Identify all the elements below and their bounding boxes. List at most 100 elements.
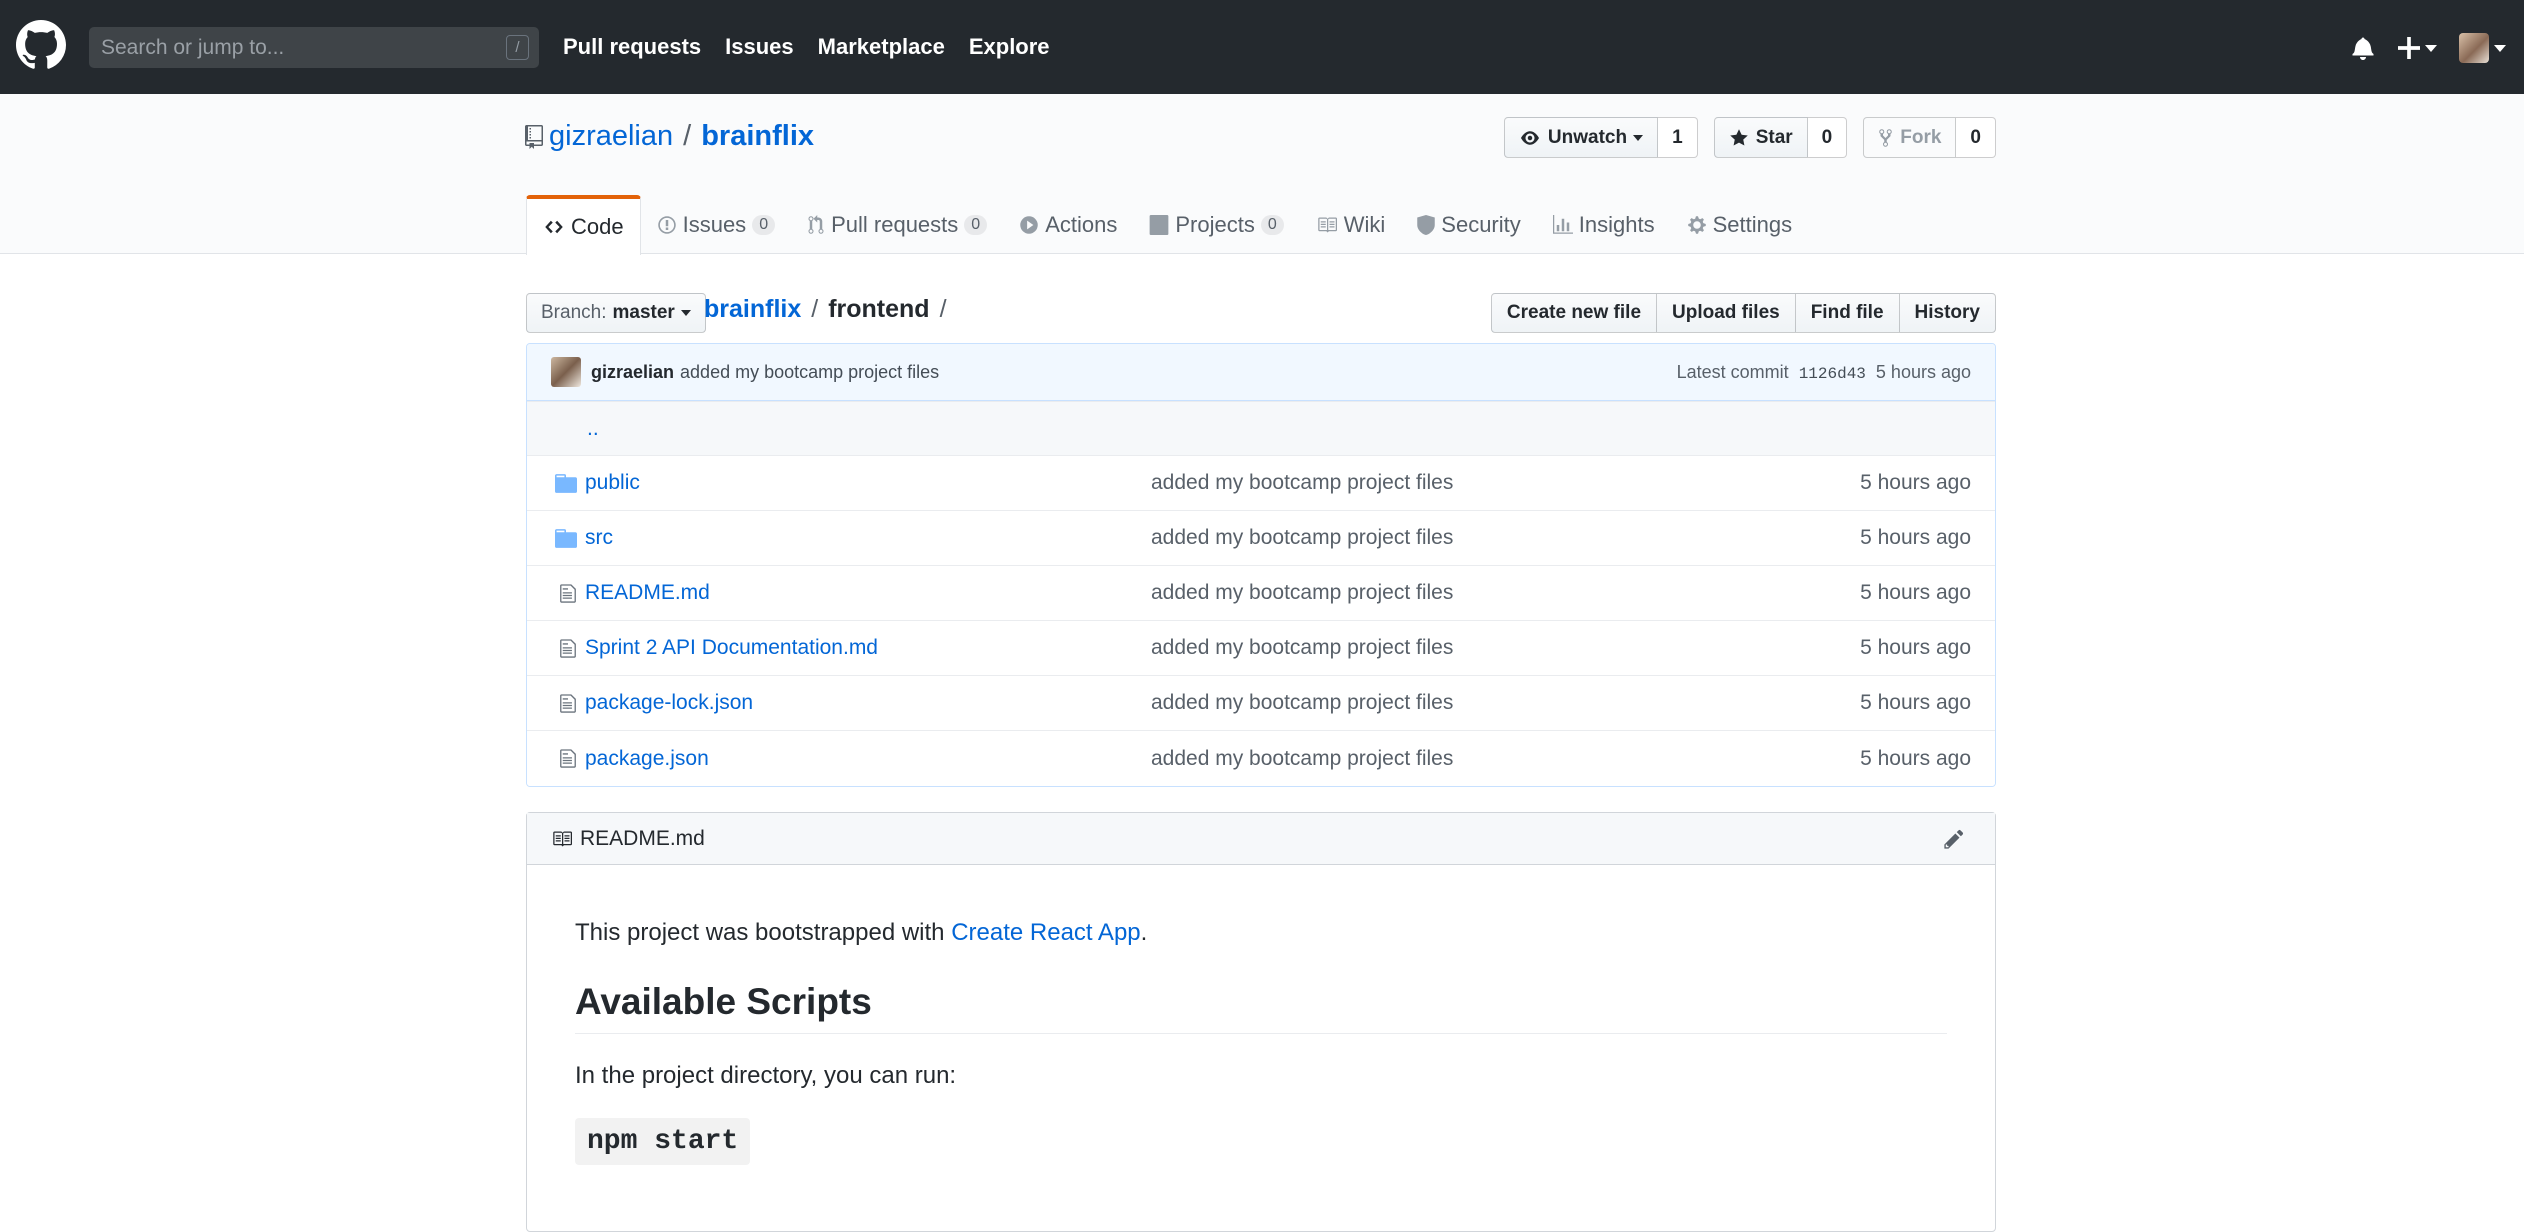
readme-paragraph: In the project directory, you can run: <box>575 1062 957 1089</box>
commit-author-link[interactable]: gizraelian <box>591 362 674 383</box>
chevron-down-icon <box>2425 44 2437 52</box>
file-name-link[interactable]: README.md <box>585 581 1151 605</box>
avatar[interactable] <box>551 357 581 387</box>
tab-issues-label: Issues <box>682 211 747 237</box>
file-commit-message-link[interactable]: added my bootcamp project files <box>1151 526 1860 550</box>
file-row-readme[interactable]: README.md added my bootcamp project file… <box>527 566 1995 621</box>
breadcrumb-root-link[interactable]: brainflix <box>704 295 801 324</box>
star-button[interactable]: Star <box>1713 117 1808 158</box>
header-actions <box>2352 30 2506 66</box>
file-commit-message-link[interactable]: added my bootcamp project files <box>1151 691 1860 715</box>
upload-files-button[interactable]: Upload files <box>1656 293 1796 333</box>
file-age: 5 hours ago <box>1860 471 1971 494</box>
file-name-link[interactable]: package.json <box>585 747 1151 771</box>
star-icon <box>1729 128 1748 145</box>
readme: README.md This project was bootstrapped … <box>526 812 1996 1232</box>
readme-intro: This project was bootstrapped with Creat… <box>575 919 1947 947</box>
nav-pull-requests[interactable]: Pull requests <box>563 34 701 60</box>
search-input[interactable] <box>89 27 539 68</box>
create-new-dropdown[interactable] <box>2398 37 2437 59</box>
bell-icon[interactable] <box>2352 36 2374 60</box>
nav-explore[interactable]: Explore <box>969 34 1050 60</box>
file-commit-message-link[interactable]: added my bootcamp project files <box>1151 747 1860 771</box>
pencil-icon[interactable] <box>1944 828 1964 850</box>
user-menu[interactable] <box>2459 33 2506 63</box>
chevron-down-icon <box>2494 44 2506 52</box>
history-button[interactable]: History <box>1898 293 1996 333</box>
breadcrumb-separator: / <box>811 295 819 323</box>
file-name-link[interactable]: package-lock.json <box>585 691 1151 715</box>
repo-title: gizraelian / brainflix <box>525 120 814 153</box>
unwatch-button[interactable]: Unwatch <box>1503 117 1659 158</box>
search-box[interactable]: / <box>89 27 539 68</box>
repo-owner-link[interactable]: gizraelian <box>549 120 673 153</box>
fork-group: Fork 0 <box>1863 117 1996 158</box>
tab-insights-label: Insights <box>1578 211 1655 237</box>
readme-filename: README.md <box>580 826 705 850</box>
book-icon <box>553 831 572 846</box>
tab-projects[interactable]: Projects 0 <box>1133 195 1299 254</box>
file-commit-message-link[interactable]: added my bootcamp project files <box>1151 581 1860 605</box>
file-row-package-lock[interactable]: package-lock.json added my bootcamp proj… <box>527 676 1995 731</box>
commit-message-link[interactable]: added my bootcamp project files <box>680 362 939 383</box>
repo-name-link[interactable]: brainflix <box>701 120 814 153</box>
create-react-app-link[interactable]: Create React App <box>951 919 1140 946</box>
file-actions: Create new file Upload files Find file H… <box>1490 293 1996 333</box>
avatar <box>2459 33 2489 63</box>
forks-count[interactable]: 0 <box>1956 117 1996 158</box>
file-row-package-json[interactable]: package.json added my bootcamp project f… <box>527 731 1995 786</box>
nav-marketplace[interactable]: Marketplace <box>818 34 945 60</box>
slash-shortcut-hint: / <box>506 35 529 60</box>
file-name-link[interactable]: Sprint 2 API Documentation.md <box>585 636 1151 660</box>
code-wrapper: npm start <box>575 1118 1947 1165</box>
file-icon <box>560 693 576 713</box>
file-row-src[interactable]: src added my bootcamp project files 5 ho… <box>527 511 1995 566</box>
available-scripts-heading: Available Scripts <box>575 981 1947 1034</box>
nav-issues[interactable]: Issues <box>725 34 794 60</box>
plus-icon <box>2398 37 2420 59</box>
tab-security-label: Security <box>1441 211 1521 237</box>
folder-icon <box>555 528 577 548</box>
file-icon <box>560 583 576 603</box>
find-file-button[interactable]: Find file <box>1794 293 1900 333</box>
pull-request-icon <box>808 214 824 234</box>
watchers-count[interactable]: 1 <box>1658 117 1698 158</box>
tab-pull-requests[interactable]: Pull requests 0 <box>791 195 1003 254</box>
shield-icon <box>1417 214 1436 235</box>
watch-group: Unwatch 1 <box>1503 117 1698 158</box>
tab-wiki[interactable]: Wiki <box>1300 195 1402 254</box>
pull-requests-counter: 0 <box>964 214 988 235</box>
breadcrumb: brainflix / frontend / <box>704 295 957 324</box>
file-name-link[interactable]: public <box>585 471 1151 495</box>
file-icon <box>560 638 576 658</box>
fork-label: Fork <box>1900 126 1942 148</box>
file-commit-message-link[interactable]: added my bootcamp project files <box>1151 636 1860 660</box>
gear-icon <box>1687 215 1706 234</box>
fork-button[interactable]: Fork <box>1863 117 1957 158</box>
file-name-link[interactable]: src <box>585 526 1151 550</box>
commit-tease: gizraelian added my bootcamp project fil… <box>527 344 1995 401</box>
file-row-public[interactable]: public added my bootcamp project files 5… <box>527 456 1995 511</box>
tab-insights[interactable]: Insights <box>1537 195 1671 254</box>
github-logo-icon[interactable] <box>16 20 66 70</box>
tab-projects-label: Projects <box>1175 211 1255 237</box>
tab-actions[interactable]: Actions <box>1003 195 1133 254</box>
tab-issues[interactable]: Issues 0 <box>641 195 792 254</box>
repo-header: gizraelian / brainflix Unwatch 1 Star 0 … <box>0 94 2524 255</box>
folder-icon <box>555 473 577 493</box>
tab-settings[interactable]: Settings <box>1671 195 1809 254</box>
file-age: 5 hours ago <box>1860 691 1971 714</box>
stargazers-count[interactable]: 0 <box>1807 117 1848 158</box>
path-separator: / <box>683 120 692 152</box>
file-row-sprint-doc[interactable]: Sprint 2 API Documentation.md added my b… <box>527 621 1995 676</box>
parent-directory-row[interactable]: .. <box>527 401 1995 456</box>
parent-directory-link[interactable]: .. <box>587 417 599 441</box>
tab-code[interactable]: Code <box>526 195 641 255</box>
create-new-file-button[interactable]: Create new file <box>1490 293 1658 333</box>
breadcrumb-current: frontend <box>828 295 930 323</box>
tab-security[interactable]: Security <box>1401 195 1536 254</box>
latest-commit-label: Latest commit <box>1676 361 1789 382</box>
commit-sha-link[interactable]: 1126d43 <box>1799 365 1866 383</box>
branch-select-button[interactable]: Branch: master <box>526 293 706 333</box>
file-commit-message-link[interactable]: added my bootcamp project files <box>1151 471 1860 495</box>
